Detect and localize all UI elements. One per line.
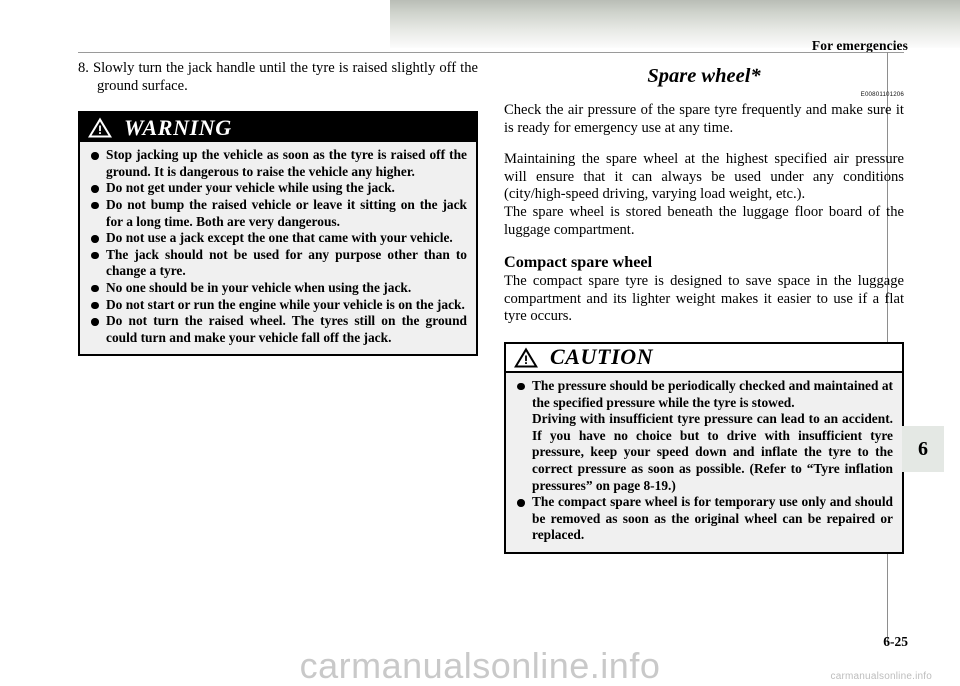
caution-box-header: CAUTION bbox=[506, 343, 902, 373]
body-paragraph: The compact spare tyre is designed to sa… bbox=[504, 273, 904, 325]
warning-triangle-icon bbox=[87, 116, 113, 139]
watermark-text: carmanualsonline.info bbox=[299, 645, 661, 686]
warning-box-header: WARNING bbox=[80, 113, 476, 143]
warning-item: The jack should not be used for any purp… bbox=[89, 247, 467, 280]
subsection-title: Compact spare wheel bbox=[504, 253, 653, 272]
warning-item: Do not get under your vehicle while usin… bbox=[89, 180, 467, 197]
watermark-small-text: carmanualsonline.info bbox=[830, 671, 932, 682]
warning-item: Do not turn the raised wheel. The tyres … bbox=[89, 313, 467, 346]
caution-item-continuation: Driving with insufficient tyre pressure … bbox=[532, 411, 893, 493]
procedure-step-8: 8. Slowly turn the jack handle until the… bbox=[78, 60, 478, 94]
caution-box-label: CAUTION bbox=[550, 344, 654, 370]
body-paragraph: The spare wheel is stored beneath the lu… bbox=[504, 203, 904, 238]
caution-item: The pressure should be periodically chec… bbox=[515, 378, 893, 411]
warning-box-label: WARNING bbox=[124, 114, 232, 140]
warning-item: Do not start or run the engine while you… bbox=[89, 297, 467, 314]
caution-item: The compact spare wheel is for temporary… bbox=[515, 494, 893, 544]
warning-item: Do not bump the raised vehicle or leave … bbox=[89, 197, 467, 230]
warning-box-body: Stop jacking up the vehicle as soon as t… bbox=[80, 142, 476, 355]
warning-item: Stop jacking up the vehicle as soon as t… bbox=[89, 147, 467, 180]
left-text-column: 8. Slowly turn the jack handle until the… bbox=[78, 60, 478, 357]
chapter-tab-number: 6 bbox=[918, 437, 928, 460]
section-reference-code: E00801101206 bbox=[860, 91, 904, 98]
body-paragraph: Check the air pressure of the spare tyre… bbox=[504, 102, 904, 136]
warning-item: Do not use a jack except the one that ca… bbox=[89, 230, 467, 247]
caution-triangle-icon bbox=[513, 346, 539, 369]
caution-box: CAUTION The pressure should be periodica… bbox=[504, 341, 904, 554]
caution-box-body: The pressure should be periodically chec… bbox=[506, 372, 902, 552]
chapter-tab-6: 6 bbox=[902, 426, 944, 472]
warning-item: No one should be in your vehicle when us… bbox=[89, 280, 467, 297]
right-text-column: Spare wheel* E00801101206 Check the air … bbox=[504, 60, 904, 554]
header-rule-divider bbox=[78, 52, 904, 53]
body-paragraph: Maintaining the spare wheel at the highe… bbox=[504, 151, 904, 203]
section-title: Spare wheel* bbox=[647, 65, 761, 87]
warning-box: WARNING Stop jacking up the vehicle as s… bbox=[78, 111, 478, 357]
